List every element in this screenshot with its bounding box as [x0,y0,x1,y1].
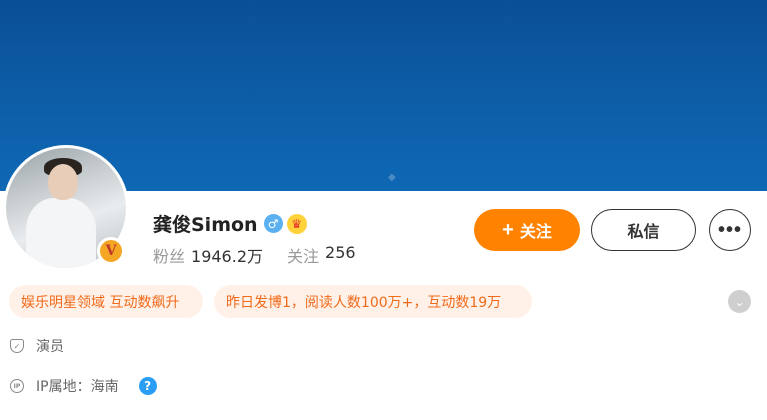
following-value: 256 [325,243,356,262]
shield-icon: ✓ [10,339,24,353]
more-dots-icon: ••• [717,218,742,241]
occupation-text: 演员 [36,339,64,355]
occupation-row: ✓ 演员 [10,336,64,356]
tag-activity[interactable]: 昨日发博1，阅读人数100万+，互动数19万 [214,285,532,318]
fans-stat[interactable]: 粉丝 1946.2万 [153,243,263,267]
following-label: 关注 [287,247,320,266]
ip-location-text: IP属地：海南 [36,379,119,395]
crown-icon[interactable]: ♛ [286,213,307,234]
more-options-button[interactable]: ••• [709,209,751,251]
follow-label: 关注 [519,224,552,241]
profile-stats: 粉丝 1946.2万 关注 256 [153,243,356,267]
fans-label: 粉丝 [153,247,186,266]
follow-button[interactable]: + 关注 [474,209,580,251]
verified-badge-icon: V [97,237,125,265]
name-row: 龚俊Simon ♂ ♛ [153,210,307,237]
profile-name: 龚俊Simon [153,214,258,236]
plus-icon: + [502,218,514,241]
chevron-down-icon[interactable]: ⌄ [728,290,751,313]
male-icon: ♂ [263,214,283,233]
following-stat[interactable]: 关注 256 [287,243,356,267]
cover-watermark: ◆ [388,172,396,183]
fans-value: 1946.2万 [191,247,264,266]
help-icon[interactable]: ? [138,377,157,395]
ip-location-row: IP IP属地：海南 ? [10,376,157,396]
cover-banner: ◆ [0,0,767,191]
tag-trending[interactable]: 娱乐明星领域 互动数飙升 [9,285,203,318]
avatar[interactable]: V [3,145,129,271]
message-button[interactable]: 私信 [591,209,696,251]
ip-icon: IP [10,379,24,393]
